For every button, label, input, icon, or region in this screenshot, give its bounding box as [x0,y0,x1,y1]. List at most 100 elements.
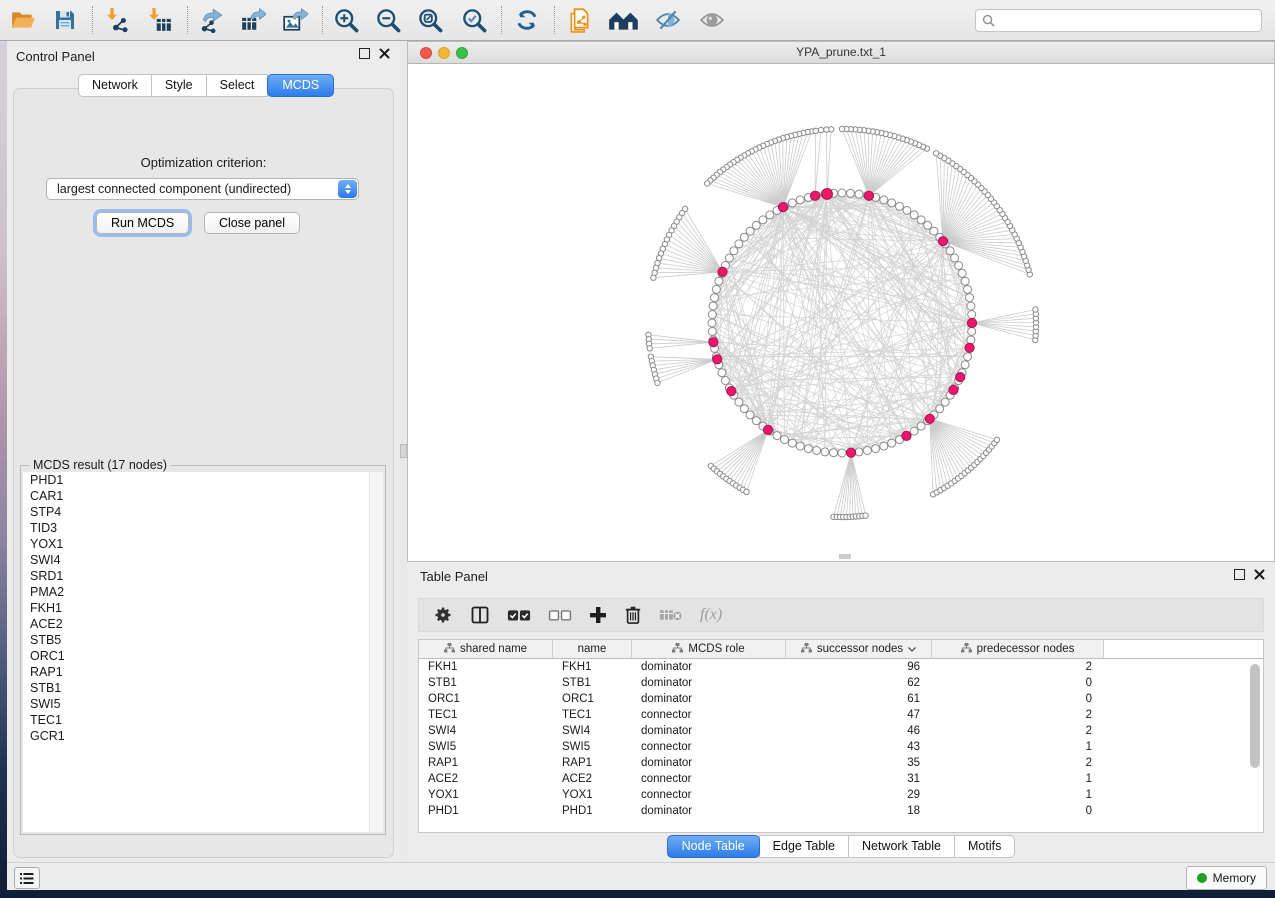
control-panel-tabs-select[interactable]: Select [206,74,269,97]
network-titlebar[interactable]: YPA_prune.txt_1 [408,42,1274,64]
export-network-icon[interactable] [196,5,226,35]
table-tabs-bar: Node TableEdge TableNetwork TableMotifs [407,835,1275,858]
table-tabs-edge-table[interactable]: Edge Table [759,835,849,858]
import-table-icon[interactable] [145,5,175,35]
select-all-icon[interactable] [507,603,531,627]
control-panel-tabs-mcds[interactable]: MCDS [267,74,334,97]
close-table-panel-icon[interactable] [1254,569,1265,580]
table-row[interactable]: FKH1FKH1dominator962 [419,659,1263,675]
close-panel-button[interactable]: Close panel [204,212,300,234]
table-tabs: Node TableEdge TableNetwork TableMotifs [667,835,1016,858]
table-tabs-network-table[interactable]: Network Table [848,835,955,858]
table-tabs-node-table[interactable]: Node Table [667,835,760,858]
add-column-icon[interactable] [589,603,607,627]
control-panel-tabs-style[interactable]: Style [151,74,207,97]
network-window: YPA_prune.txt_1 [407,41,1275,562]
cell: 47 [786,709,932,721]
result-list-item[interactable]: ORC1 [23,648,383,664]
node-table[interactable]: shared namenameMCDS rolesuccessor nodesp… [418,639,1264,833]
result-list-item[interactable]: FKH1 [23,600,383,616]
cell: SWI4 [553,725,632,737]
toolbar-separator [187,6,188,34]
result-list-item[interactable]: ACE2 [23,616,383,632]
open-folder-icon[interactable] [8,5,38,35]
table-row[interactable]: STB1STB1dominator620 [419,675,1263,691]
delete-table-icon[interactable] [659,603,683,627]
function-builder-icon[interactable]: f(x) [700,603,722,627]
gear-icon[interactable] [433,603,453,627]
export-image-icon[interactable] [280,5,310,35]
status-bar: Memory [7,862,1275,890]
dropdown-stepper-icon [338,180,357,198]
control-panel-tabs-network[interactable]: Network [78,74,152,97]
zoom-out-icon[interactable] [373,5,403,35]
columns-icon[interactable] [470,603,490,627]
table-scrollbar-thumb[interactable] [1250,664,1260,768]
table-row[interactable]: SWI4SWI4dominator462 [419,723,1263,739]
zoom-in-icon[interactable] [331,5,361,35]
refresh-layout-icon[interactable] [512,5,542,35]
result-list-item[interactable]: CAR1 [23,488,383,504]
float-table-panel-icon[interactable] [1234,569,1245,580]
table-panel: Table Panel [407,562,1275,862]
network-canvas[interactable] [408,64,1274,561]
search-input[interactable] [1000,12,1255,28]
result-list-item[interactable]: STB1 [23,680,383,696]
deselect-all-icon[interactable] [548,603,572,627]
cell: RAP1 [419,757,553,769]
panel-splitter[interactable] [400,41,407,862]
result-list-item[interactable]: SRD1 [23,568,383,584]
hide-selected-icon[interactable] [653,5,683,35]
result-list-item[interactable]: SWI5 [23,696,383,712]
column-header-MCDS-role[interactable]: MCDS role [632,640,786,658]
result-list-item[interactable]: TEC1 [23,712,383,728]
column-header-predecessor-nodes[interactable]: predecessor nodes [932,640,1104,658]
column-header-successor-nodes[interactable]: successor nodes [786,640,932,658]
float-panel-icon[interactable] [359,48,370,59]
result-list-item[interactable]: STB5 [23,632,383,648]
result-list-item[interactable]: RAP1 [23,664,383,680]
tree-icon [961,643,972,656]
close-panel-icon[interactable] [379,48,390,59]
table-row[interactable]: SWI5SWI5connector431 [419,739,1263,755]
splitter-grip-icon[interactable] [400,444,407,458]
zoom-fit-icon[interactable] [415,5,445,35]
table-row[interactable]: ACE2ACE2connector311 [419,771,1263,787]
network-graph[interactable] [408,64,1274,561]
table-row[interactable]: YOX1YOX1connector291 [419,787,1263,803]
import-network-icon[interactable] [103,5,133,35]
desktop: Control Panel NetworkStyleSelectMCDS Opt… [0,0,1275,898]
clone-network-icon[interactable] [565,5,595,35]
criterion-dropdown[interactable]: largest connected component (undirected) [46,178,359,200]
result-list-item[interactable]: YOX1 [23,536,383,552]
task-history-button[interactable] [14,867,40,889]
result-list-item[interactable]: TID3 [23,520,383,536]
table-row[interactable]: PHD1PHD1dominator180 [419,803,1263,819]
result-list-item[interactable]: PMA2 [23,584,383,600]
table-row[interactable]: RAP1RAP1dominator352 [419,755,1263,771]
table-row[interactable]: ORC1ORC1dominator610 [419,691,1263,707]
show-all-icon[interactable] [697,5,727,35]
column-header-name[interactable]: name [553,640,632,658]
zoom-selected-icon[interactable] [459,5,489,35]
first-neighbors-icon[interactable] [605,5,643,35]
result-list-item[interactable]: STP4 [23,504,383,520]
export-table-icon[interactable] [238,5,268,35]
result-list-item[interactable]: GCR1 [23,728,383,744]
save-icon[interactable] [50,5,80,35]
cell: YOX1 [553,789,632,801]
cell: 96 [786,661,932,673]
result-list-item[interactable]: SWI4 [23,552,383,568]
canvas-scrollbar-thumb[interactable] [839,554,851,559]
column-header-shared-name[interactable]: shared name [419,640,553,658]
table-row[interactable]: TEC1TEC1connector472 [419,707,1263,723]
search-field[interactable] [975,9,1262,32]
memory-button[interactable]: Memory [1186,866,1267,890]
run-mcds-button[interactable]: Run MCDS [96,212,189,234]
delete-column-icon[interactable] [624,603,642,627]
result-list-scrollbar[interactable] [369,472,383,832]
table-tabs-motifs[interactable]: Motifs [954,835,1015,858]
cell: connector [632,741,786,753]
cell: 1 [932,773,1104,785]
result-list-item[interactable]: PHD1 [23,472,383,488]
